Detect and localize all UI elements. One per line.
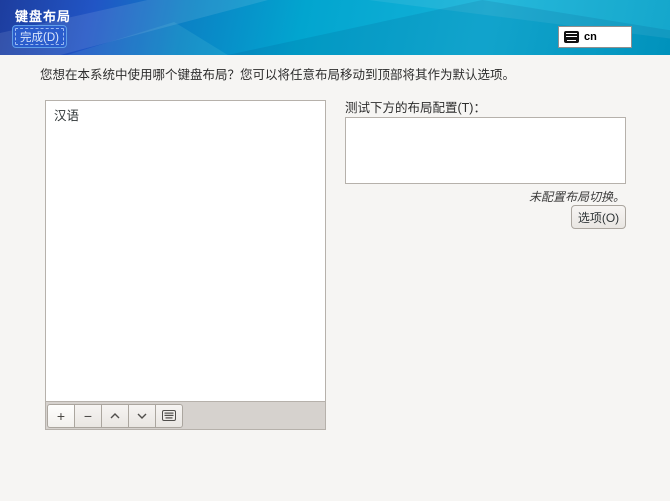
move-up-button[interactable] — [101, 403, 129, 428]
layout-list[interactable]: 汉语 — [46, 101, 325, 401]
keyboard-icon — [162, 410, 176, 421]
list-item[interactable]: 汉语 — [46, 101, 325, 128]
keyboard-layout-screen: 键盘布局 完成(D) cn 您想在本系统中使用哪个键盘布局？您可以将任意布局移动… — [0, 0, 670, 501]
chevron-down-icon — [137, 413, 147, 419]
chevron-up-icon — [110, 412, 120, 418]
test-config-label: 测试下方的布局配置(T)： — [345, 101, 486, 115]
layout-switch-note: 未配置布局切换。 — [528, 190, 625, 204]
keyboard-layout-indicator[interactable]: cn — [558, 26, 632, 48]
keyboard-layout-code: cn — [584, 31, 597, 43]
move-down-button[interactable] — [128, 403, 156, 428]
preview-layout-button[interactable] — [155, 403, 183, 428]
options-button[interactable]: 选项(O) — [571, 205, 626, 229]
remove-layout-button[interactable]: − — [74, 403, 102, 428]
layout-test-input[interactable] — [345, 117, 626, 184]
done-button[interactable]: 完成(D) — [12, 25, 67, 48]
instruction-text: 您想在本系统中使用哪个键盘布局？您可以将任意布局移动到顶部将其作为默认选项。 — [40, 68, 516, 82]
page-title: 键盘布局 — [15, 9, 72, 24]
layout-list-toolbar: + − — [46, 401, 325, 429]
minus-icon: − — [83, 407, 93, 424]
layout-list-frame: 汉语 + − — [45, 100, 326, 430]
add-layout-button[interactable]: + — [47, 403, 75, 428]
plus-icon: + — [56, 407, 66, 424]
keyboard-icon — [564, 31, 579, 43]
